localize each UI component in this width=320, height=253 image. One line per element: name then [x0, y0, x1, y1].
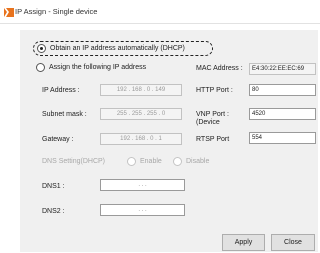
ip-address-label: IP Address :	[42, 87, 80, 94]
gateway-label: Gateway :	[42, 136, 74, 143]
mac-address-label: MAC Address :	[196, 65, 243, 72]
dhcp-radio[interactable]	[37, 44, 46, 53]
dhcp-label[interactable]: Obtain an IP address automatically (DHCP…	[50, 44, 185, 53]
gateway-input[interactable]: 192 . 168 . 0 . 1	[100, 133, 182, 145]
vnp-port-input[interactable]: 4520	[249, 108, 316, 120]
dns-disable-radio[interactable]	[173, 157, 182, 166]
apply-button[interactable]: Apply	[222, 234, 265, 251]
rtsp-port-label: RTSP Port	[196, 136, 230, 143]
static-ip-label[interactable]: Assign the following IP address	[49, 63, 146, 72]
mac-address-field: E4:30:22:EE:EC:69	[249, 63, 316, 75]
subnet-mask-label: Subnet mask :	[42, 111, 87, 118]
rtsp-port-input[interactable]: 554	[249, 132, 316, 144]
dns-disable-label: Disable	[186, 158, 210, 165]
dns-enable-label: Enable	[140, 158, 162, 165]
dns-enable-radio[interactable]	[127, 157, 136, 166]
dns1-input[interactable]: . . .	[100, 179, 185, 191]
ip-address-input[interactable]: 192 . 168 . 0 . 149	[100, 84, 182, 96]
ip-assign-dialog: Obtain an IP address automatically (DHCP…	[20, 30, 318, 252]
static-ip-radio[interactable]	[36, 63, 45, 72]
window-title: IP Assign - Single device	[15, 7, 98, 16]
vnp-port-sublabel: (Device	[196, 119, 220, 126]
title-bar: IP Assign - Single device	[0, 0, 320, 24]
dns2-input[interactable]: . . .	[100, 204, 185, 216]
http-port-input[interactable]: 80	[249, 84, 316, 96]
close-button[interactable]: Close	[271, 234, 315, 251]
dns1-label: DNS1 :	[42, 183, 65, 190]
subnet-mask-input[interactable]: 255 . 255 . 255 . 0	[100, 108, 182, 120]
app-icon	[4, 8, 14, 17]
http-port-label: HTTP Port :	[196, 87, 233, 94]
dns2-label: DNS2 :	[42, 208, 65, 215]
dns-setting-label: DNS Setting(DHCP)	[42, 158, 106, 165]
